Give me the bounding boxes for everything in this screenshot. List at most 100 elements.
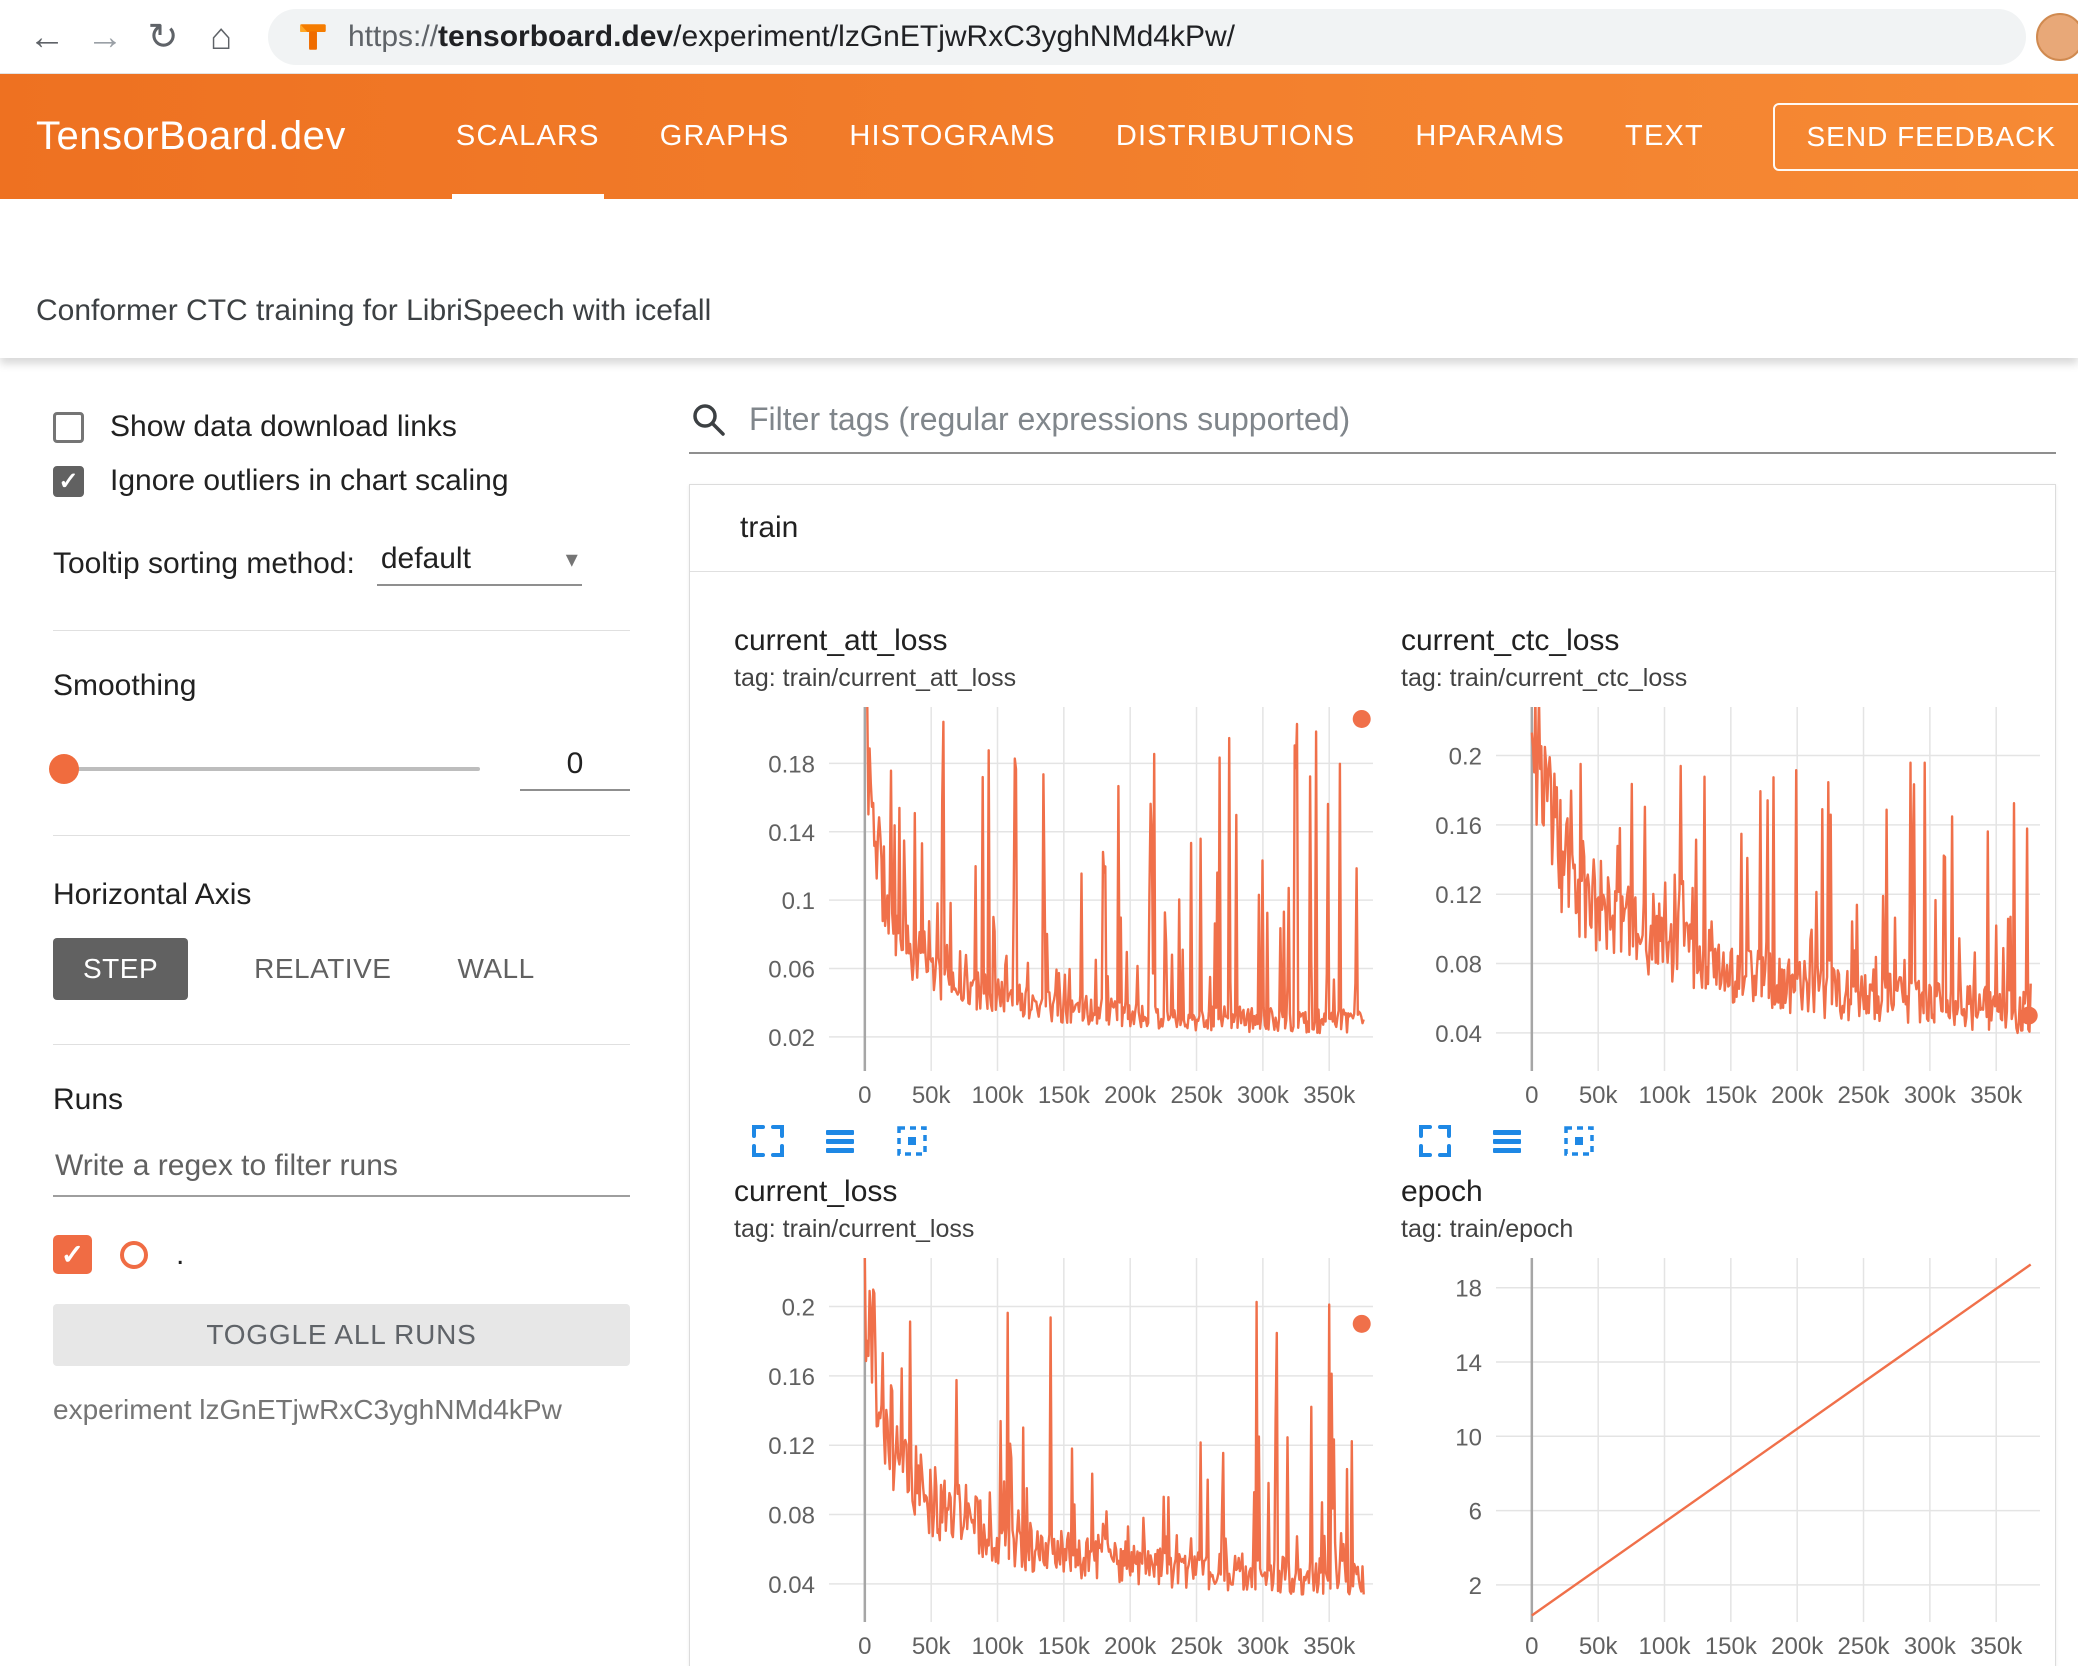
svg-text:250k: 250k: [1171, 1082, 1224, 1109]
svg-text:200k: 200k: [1771, 1082, 1824, 1109]
svg-text:0.18: 0.18: [768, 751, 815, 778]
svg-text:350k: 350k: [1303, 1082, 1356, 1109]
tensorboard-favicon: [296, 20, 330, 54]
url-scheme: https://: [348, 19, 439, 53]
svg-text:50k: 50k: [1579, 1633, 1619, 1660]
tab-histograms[interactable]: HISTOGRAMS: [819, 74, 1085, 199]
experiment-caption: experiment lzGnETjwRxC3yghNMd4kPw: [53, 1394, 562, 1425]
svg-text:300k: 300k: [1237, 1633, 1290, 1660]
axis-relative-button[interactable]: RELATIVE: [254, 953, 391, 985]
url-domain: tensorboard.dev: [438, 19, 674, 53]
svg-text:300k: 300k: [1904, 1633, 1957, 1660]
filter-tags-row: [689, 400, 2056, 454]
nav-tabs: SCALARS GRAPHS HISTOGRAMS DISTRIBUTIONS …: [426, 74, 1734, 199]
svg-text:150k: 150k: [1038, 1633, 1091, 1660]
svg-text:0.06: 0.06: [768, 956, 815, 983]
address-bar[interactable]: https://tensorboard.dev/experiment/lzGnE…: [268, 8, 2026, 65]
smoothing-label: Smoothing: [53, 669, 197, 702]
svg-text:0: 0: [1525, 1082, 1538, 1109]
browser-toolbar: ← → ↻ ⌂ https://tensorboard.dev/experime…: [0, 0, 2078, 74]
runs-label: Runs: [53, 1083, 124, 1116]
tab-label: GRAPHS: [659, 120, 790, 152]
tooltip-sorting-dropdown[interactable]: default ▾: [376, 542, 582, 586]
tab-text[interactable]: TEXT: [1595, 74, 1734, 199]
svg-text:0: 0: [1525, 1633, 1538, 1660]
svg-text:350k: 350k: [1970, 1082, 2023, 1109]
smoothing-slider-knob[interactable]: [49, 754, 79, 784]
chart-plot[interactable]: 0.02 0.06 0.1 0.14 0.18 0 50k 100k 150k 200k 250k 3…: [734, 699, 1389, 1111]
axis-step-button[interactable]: STEP: [53, 938, 189, 1000]
tab-scalars[interactable]: SCALARS: [426, 74, 630, 199]
tab-graphs[interactable]: GRAPHS: [630, 74, 820, 199]
svg-text:10: 10: [1455, 1424, 1482, 1451]
svg-text:100k: 100k: [1638, 1633, 1691, 1660]
send-feedback-button[interactable]: SEND FEEDBACK: [1772, 102, 2078, 171]
chart-plot[interactable]: 0.04 0.08 0.12 0.16 0.2 0 50k 100k 150k 200k 250k 3…: [1401, 699, 2056, 1111]
svg-text:2: 2: [1469, 1573, 1482, 1600]
horizontal-axis-label: Horizontal Axis: [53, 878, 252, 911]
chart-title: current_att_loss: [734, 624, 948, 657]
scalars-dashboard: train current_att_loss tag: train/curren…: [650, 358, 2078, 1666]
data-table-icon[interactable]: [820, 1121, 860, 1161]
data-table-icon[interactable]: [1487, 1121, 1527, 1161]
chart-tag: tag: train/current_ctc_loss: [1401, 664, 1688, 692]
chart-card: current_ctc_loss tag: train/current_ctc_…: [1401, 624, 2056, 1167]
toggle-all-runs-button[interactable]: TOGGLE ALL RUNS: [53, 1304, 630, 1366]
ignore-outliers-row[interactable]: ✓ Ignore outliers in chart scaling: [53, 464, 630, 498]
svg-text:0.12: 0.12: [1435, 882, 1482, 909]
svg-text:0.08: 0.08: [1435, 952, 1482, 979]
svg-text:150k: 150k: [1038, 1082, 1091, 1109]
runs-filter-input[interactable]: [53, 1139, 630, 1197]
smoothing-slider-track[interactable]: [49, 754, 480, 784]
svg-text:14: 14: [1455, 1350, 1482, 1377]
run-row: ✓ .: [53, 1235, 630, 1274]
smoothing-value-field[interactable]: 0: [520, 747, 630, 791]
svg-text:300k: 300k: [1237, 1082, 1290, 1109]
url-path: /experiment/lzGnETjwRxC3yghNMd4kPw/: [673, 19, 1235, 53]
home-icon[interactable]: ⌂: [192, 16, 250, 58]
fit-to-data-icon[interactable]: [1559, 1121, 1599, 1161]
fullscreen-icon[interactable]: [748, 1121, 788, 1161]
svg-text:50k: 50k: [912, 1082, 952, 1109]
fullscreen-icon[interactable]: [1415, 1121, 1455, 1161]
run-checkbox[interactable]: ✓: [53, 1235, 92, 1274]
refresh-icon[interactable]: ↻: [134, 15, 192, 58]
sidebar-divider: [53, 630, 630, 631]
fit-to-data-icon[interactable]: [892, 1121, 932, 1161]
chart-tag: tag: train/current_att_loss: [734, 664, 1017, 692]
svg-text:18: 18: [1455, 1276, 1482, 1303]
search-icon: [689, 400, 727, 438]
svg-text:100k: 100k: [971, 1082, 1024, 1109]
train-group-header[interactable]: train: [690, 485, 2055, 572]
tooltip-sorting-value: default: [380, 542, 471, 575]
chart-toolbar: [1415, 1115, 2056, 1167]
tab-label: TEXT: [1625, 120, 1704, 152]
filter-tags-input[interactable]: [749, 400, 2056, 438]
svg-text:6: 6: [1469, 1499, 1482, 1526]
svg-text:200k: 200k: [1104, 1082, 1157, 1109]
ignore-outliers-checkbox[interactable]: ✓: [53, 465, 84, 497]
svg-text:250k: 250k: [1171, 1633, 1224, 1660]
svg-text:0.12: 0.12: [768, 1433, 815, 1460]
app-header: TensorBoard.dev SCALARS GRAPHS HISTOGRAM…: [0, 74, 2078, 199]
chart-card: current_att_loss tag: train/current_att_…: [734, 624, 1389, 1167]
svg-text:100k: 100k: [1638, 1082, 1691, 1109]
svg-text:0.14: 0.14: [768, 820, 815, 847]
sidebar-divider: [53, 835, 630, 836]
back-icon[interactable]: ←: [18, 16, 76, 58]
tab-distributions[interactable]: DISTRIBUTIONS: [1086, 74, 1386, 199]
show-download-links-row[interactable]: Show data download links: [53, 410, 630, 444]
chart-plot[interactable]: 2 6 10 14 18 0 50k 100k 150k 200k 250k 300k 350k: [1401, 1250, 2056, 1662]
show-download-checkbox[interactable]: [53, 411, 84, 443]
forward-icon[interactable]: →: [76, 16, 134, 58]
chart-plot[interactable]: 0.04 0.08 0.12 0.16 0.2 0 50k 100k 150k 200k 250k 3…: [734, 1250, 1389, 1662]
axis-wall-button[interactable]: WALL: [457, 953, 534, 985]
svg-text:350k: 350k: [1303, 1633, 1356, 1660]
svg-text:0.2: 0.2: [782, 1295, 815, 1322]
tab-hparams[interactable]: HPARAMS: [1385, 74, 1595, 199]
svg-text:300k: 300k: [1904, 1082, 1957, 1109]
profile-avatar[interactable]: [2036, 13, 2078, 61]
svg-text:0.08: 0.08: [768, 1503, 815, 1530]
svg-text:250k: 250k: [1838, 1633, 1891, 1660]
svg-text:200k: 200k: [1771, 1633, 1824, 1660]
